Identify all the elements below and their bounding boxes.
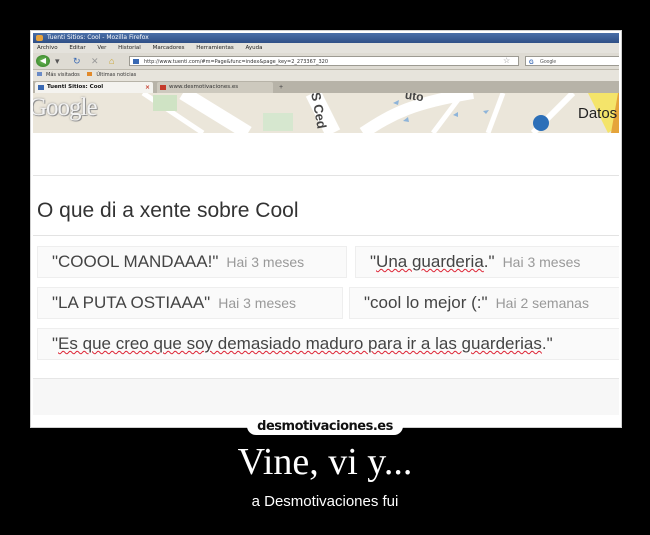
bookmarks-toolbar: Más visitados Últimas noticias [33,70,619,81]
comment-card: "COOOL MANDAAA!" Hai 3 meses [37,246,347,278]
menu-marcadores[interactable]: Marcadores [153,45,185,51]
window-titlebar: Tuenti Sitios: Cool - Mozilla Firefox [33,33,619,43]
screenshot-frame: Tuenti Sitios: Cool - Mozilla Firefox Ar… [30,30,622,428]
comment-text: Una guarderia [376,252,484,271]
back-button[interactable]: ◀ [36,55,50,67]
comment-time: Hai 3 meses [502,254,581,270]
comment-text: "LA PUTA OSTIAAA" [52,293,211,312]
divider [33,235,619,236]
site-favicon-icon [133,59,139,64]
divider [33,175,619,176]
comment-card: "Una guarderia." Hai 3 meses [355,246,619,278]
comment-text: "COOOL MANDAAA!" [52,252,219,271]
rss-icon [87,72,93,76]
comment-time: Hai 2 semanas [495,295,589,311]
url-text: http://www.tuenti.com/#m=Page&func=index… [144,59,329,65]
comment-card: "cool lo mejor (:" Hai 2 semanas [349,287,619,319]
most-visited-icon [37,72,42,76]
bookmark-most-visited[interactable]: Más visitados [46,72,80,78]
desmotivaciones-favicon-icon [160,85,166,90]
stop-icon[interactable]: ✕ [91,55,99,67]
site-watermark: desmotivaciones.es [257,419,393,434]
search-input[interactable]: G Google [525,56,619,66]
comment-time: Hai 3 meses [218,295,297,311]
comment-card: "LA PUTA OSTIAAA" Hai 3 meses [37,287,343,319]
menu-archivo[interactable]: Archivo [37,45,58,51]
menu-editar[interactable]: Editar [69,45,85,51]
close-tab-icon[interactable]: × [145,82,150,93]
navigation-toolbar: ◀ ▾ ↻ ✕ ⌂ http://www.tuenti.com/#m=Page&… [33,53,619,70]
page-content: O que di a xente sobre Cool "COOOL MANDA… [33,133,619,425]
comment-quote-close: ." [483,252,495,271]
map-datos-label: Datos [578,105,618,122]
search-placeholder: Google [540,59,557,65]
tab-desmotivaciones-label: www.desmotivaciones.es [169,84,239,90]
url-bar[interactable]: http://www.tuenti.com/#m=Page&func=index… [129,56,519,66]
menu-herramientas[interactable]: Herramientas [196,45,233,51]
bookmark-latest-news[interactable]: Últimas noticias [96,72,136,78]
watermark-badge: desmotivaciones.es [247,417,403,435]
comment-card: "Es que creo que soy demasiado maduro pa… [37,328,619,360]
menu-bar: Archivo Editar Ver Historial Marcadores … [33,43,619,53]
section-heading: O que di a xente sobre Cool [37,199,299,222]
map-view[interactable]: Google S Ced uto Datos [33,93,619,133]
forward-icon[interactable]: ▾ [55,55,60,67]
menu-ver[interactable]: Ver [97,45,106,51]
tab-bar: Tuenti Sitios: Cool × www.desmotivacione… [33,81,619,93]
google-logo: Google [33,94,98,121]
google-search-icon: G [529,60,534,66]
bookmark-star-icon[interactable]: ☆ [503,55,510,67]
menu-ayuda[interactable]: Ayuda [245,45,262,51]
comment-quote-close: ." [541,334,553,353]
comment-text: Es que creo que soy demasiado maduro par… [58,334,542,353]
firefox-icon [36,35,43,41]
reload-icon[interactable]: ↻ [73,55,81,67]
window-title: Tuenti Sitios: Cool - Mozilla Firefox [47,34,149,41]
comment-time: Hai 3 meses [226,254,305,270]
browser-window: Tuenti Sitios: Cool - Mozilla Firefox Ar… [33,33,619,425]
comment-text: "cool lo mejor (:" [364,293,488,312]
page-footer-bar [33,378,619,415]
menu-historial[interactable]: Historial [118,45,141,51]
home-icon[interactable]: ⌂ [109,55,114,67]
new-tab-button[interactable]: + [279,82,283,93]
poster-subtitle: a Desmotivaciones fui [251,493,399,510]
tab-tuenti[interactable]: Tuenti Sitios: Cool × [35,82,153,93]
tab-desmotivaciones[interactable]: www.desmotivaciones.es [157,82,273,93]
tuenti-favicon-icon [38,85,44,90]
poster-title: Vine, vi y... [237,441,413,483]
tab-tuenti-label: Tuenti Sitios: Cool [47,84,104,90]
